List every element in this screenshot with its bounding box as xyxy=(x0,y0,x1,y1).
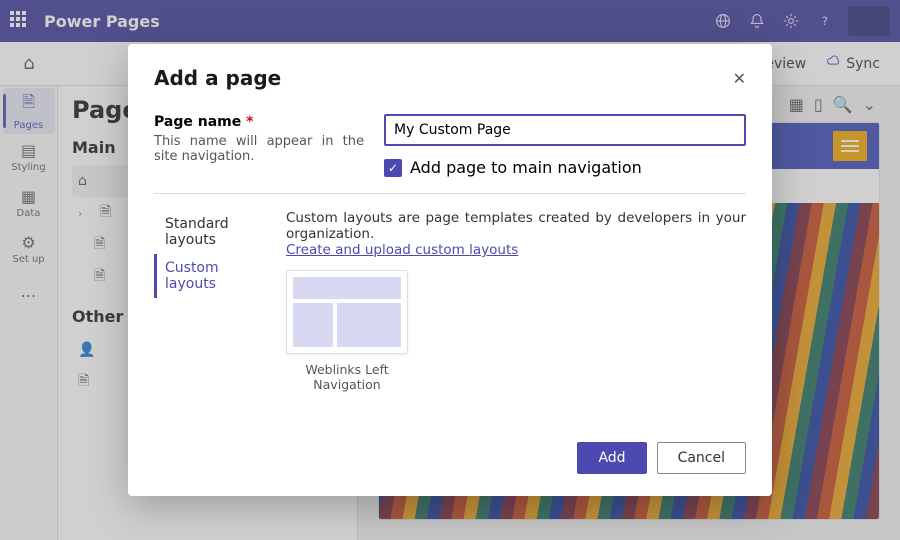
layout-template-card[interactable]: Weblinks Left Navigation xyxy=(286,270,408,392)
add-button[interactable]: Add xyxy=(577,442,646,474)
create-upload-layouts-link[interactable]: Create and upload custom layouts xyxy=(286,242,518,258)
page-name-input[interactable] xyxy=(384,114,746,146)
divider xyxy=(154,193,746,194)
add-page-modal: Add a page ✕ Page name * This name will … xyxy=(128,44,772,496)
cancel-button[interactable]: Cancel xyxy=(657,442,746,474)
add-to-nav-label: Add page to main navigation xyxy=(410,158,642,177)
page-name-help: This name will appear in the site naviga… xyxy=(154,134,364,164)
tab-standard-layouts[interactable]: Standard layouts xyxy=(154,210,272,254)
tab-custom-layouts[interactable]: Custom layouts xyxy=(154,254,272,298)
custom-layout-description: Custom layouts are page templates create… xyxy=(286,210,746,242)
layout-tabs: Standard layouts Custom layouts xyxy=(154,210,272,392)
modal-title: Add a page xyxy=(154,66,281,90)
page-name-label: Page name * xyxy=(154,114,364,130)
close-icon[interactable]: ✕ xyxy=(733,69,746,88)
add-to-nav-checkbox[interactable]: ✓ xyxy=(384,159,402,177)
layout-template-thumbnail xyxy=(286,270,408,354)
layout-template-label: Weblinks Left Navigation xyxy=(286,362,408,392)
